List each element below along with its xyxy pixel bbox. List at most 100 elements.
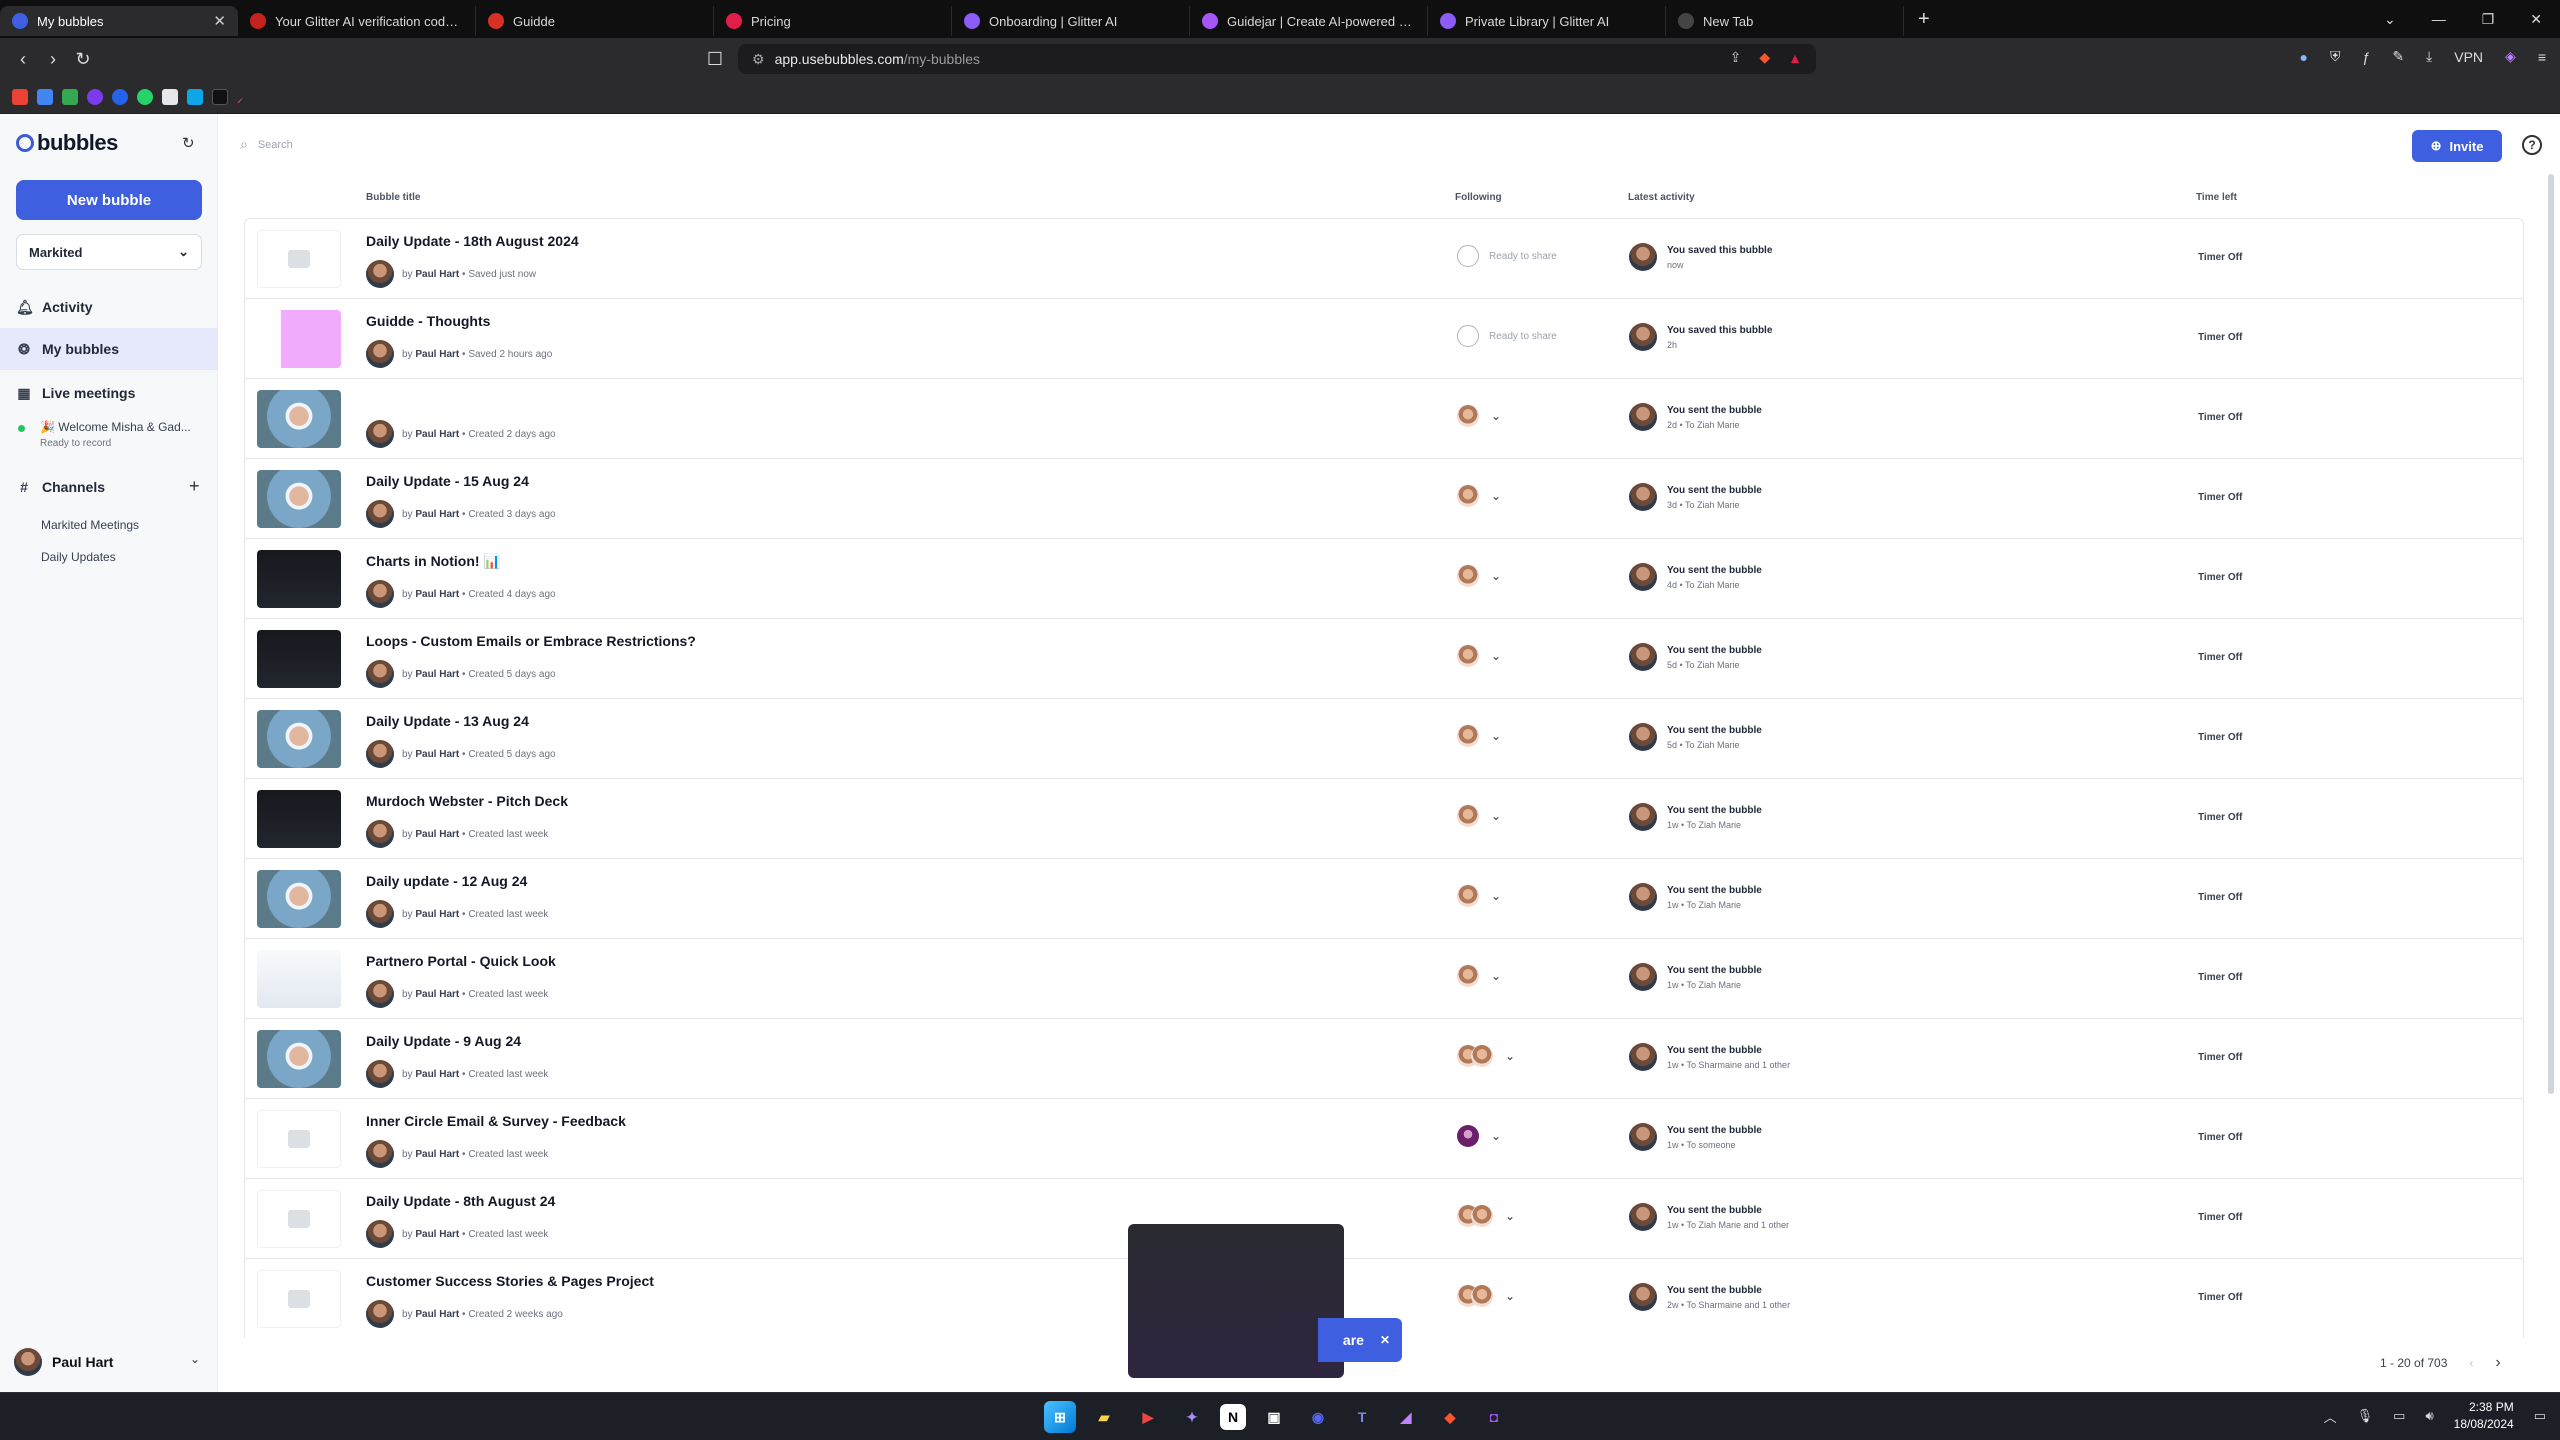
bubble-title[interactable]: Partnero Portal - Quick Look	[366, 953, 556, 969]
browser-tab[interactable]: Guidde	[476, 6, 714, 36]
following-cell[interactable]: ⌄	[1457, 1045, 1515, 1067]
search-input[interactable]: ⌕ Search	[240, 136, 293, 153]
notion-icon[interactable]: N	[1220, 1404, 1246, 1430]
calendar-app-icon[interactable]: ▣	[1258, 1401, 1290, 1433]
new-bubble-button[interactable]: New bubble	[16, 180, 202, 220]
browser-tab[interactable]: Pricing	[714, 6, 952, 36]
bookmark-app-icon[interactable]	[212, 88, 228, 105]
brave-rewards-icon[interactable]: ▲	[1788, 50, 1802, 66]
bubble-title[interactable]: Daily Update - 9 Aug 24	[366, 1033, 521, 1049]
bubble-thumbnail[interactable]	[257, 870, 341, 928]
bookmark-app-icon[interactable]	[162, 88, 178, 105]
bubble-row[interactable]: Murdoch Webster - Pitch Deck by Paul Hart…	[244, 778, 2524, 858]
bubble-thumbnail[interactable]	[257, 310, 341, 368]
shield-icon[interactable]: ⛨	[2330, 48, 2341, 65]
browser-tab[interactable]: Onboarding | Glitter AI	[952, 6, 1190, 36]
bubble-row[interactable]: Inner Circle Email & Survey - Feedback by…	[244, 1098, 2524, 1178]
bubble-thumbnail[interactable]	[257, 1030, 341, 1088]
bubble-title[interactable]: Daily Update - 15 Aug 24	[366, 473, 529, 489]
bookmark-whatsapp-icon[interactable]	[137, 88, 153, 105]
share-icon[interactable]: ⇪	[1730, 49, 1742, 66]
following-cell[interactable]: ⌄	[1457, 1285, 1515, 1307]
browser-tab[interactable]: Your Glitter AI verification code - pa	[238, 6, 476, 36]
following-cell[interactable]: ⌄	[1457, 405, 1501, 427]
vpn-button[interactable]: VPN	[2454, 49, 2483, 65]
share-toast[interactable]: are ✕	[1318, 1318, 1402, 1362]
following-cell[interactable]: ⌄	[1457, 485, 1501, 507]
bubble-row[interactable]: Charts in Notion! 📊 by Paul Hart • Create…	[244, 538, 2524, 618]
media-player-icon[interactable]: ▶	[1132, 1401, 1164, 1433]
back-icon[interactable]: ‹	[8, 49, 38, 70]
nav-live-meetings[interactable]: ▦ Live meetings	[0, 372, 218, 414]
nav-activity[interactable]: 🔔︎ Activity	[0, 286, 218, 328]
bubble-row[interactable]: Loops - Custom Emails or Embrace Restric…	[244, 618, 2524, 698]
menu-icon[interactable]: ≡	[2538, 49, 2546, 65]
bubble-title[interactable]: Daily Update - 18th August 2024	[366, 233, 579, 249]
chevron-down-icon[interactable]: ⌄	[190, 1352, 200, 1366]
bubble-row[interactable]: Daily Update - 9 Aug 24 by Paul Hart • Cr…	[244, 1018, 2524, 1098]
help-icon[interactable]: ?	[2522, 135, 2542, 155]
bubble-row[interactable]: Daily Update - 13 Aug 24 by Paul Hart • C…	[244, 698, 2524, 778]
bubble-title[interactable]: Inner Circle Email & Survey - Feedback	[366, 1113, 626, 1129]
logo[interactable]: bubbles	[16, 130, 118, 156]
new-tab-icon[interactable]: +	[1918, 8, 1930, 31]
bookmark-icon[interactable]: ☐	[700, 49, 730, 70]
bubble-thumbnail[interactable]	[257, 790, 341, 848]
bubble-thumbnail[interactable]	[257, 1270, 341, 1328]
bookmark-drive-icon[interactable]	[62, 88, 78, 105]
forward-icon[interactable]: ›	[38, 49, 68, 70]
file-explorer-icon[interactable]: ▰	[1088, 1401, 1120, 1433]
following-cell[interactable]: ⌄	[1457, 1205, 1515, 1227]
bubble-thumbnail[interactable]	[257, 470, 341, 528]
bubble-thumbnail[interactable]	[257, 390, 341, 448]
browser-tab[interactable]: Guidejar | Create AI-powered step-b	[1190, 6, 1428, 36]
bubble-title[interactable]: Customer Success Stories & Pages Project	[366, 1273, 654, 1289]
microphone-icon[interactable]: 🎙︎	[2357, 1408, 2374, 1424]
following-cell[interactable]: ⌄	[1457, 565, 1501, 587]
notifications-icon[interactable]: ▭	[2534, 1408, 2546, 1424]
bubble-title[interactable]: Daily update - 12 Aug 24	[366, 873, 527, 889]
start-icon[interactable]: ⊞	[1044, 1401, 1076, 1433]
bubble-title[interactable]: Charts in Notion! 📊	[366, 553, 501, 570]
column-header-time-left[interactable]: Time left	[2196, 192, 2237, 203]
channel-item[interactable]: Daily Updates	[41, 550, 116, 564]
following-cell[interactable]: Ready to share	[1457, 245, 1557, 267]
site-info-icon[interactable]: ⚙	[752, 51, 765, 68]
brave-shield-icon[interactable]: ◆	[1759, 49, 1770, 66]
bookmark-gmail-icon[interactable]	[12, 88, 28, 105]
bubble-row[interactable]: Partnero Portal - Quick Look by Paul Hart…	[244, 938, 2524, 1018]
clock[interactable]: 2:38 PM 18/08/2024	[2454, 1399, 2514, 1433]
next-page-icon[interactable]: ›	[2495, 1354, 2500, 1372]
bubble-thumbnail[interactable]	[257, 630, 341, 688]
following-cell[interactable]: ⌄	[1457, 885, 1501, 907]
bubble-thumbnail[interactable]	[257, 1110, 341, 1168]
user-menu[interactable]: Paul Hart	[14, 1348, 113, 1376]
url-field[interactable]: ⚙ app.usebubbles.com/my-bubbles ⇪ ◆ ▲	[738, 44, 1816, 74]
bookmark-calendar-icon[interactable]	[37, 88, 53, 105]
bookmark-app-icon[interactable]: ⸝	[237, 89, 253, 105]
refresh-icon[interactable]: ↻	[182, 134, 195, 152]
brave-icon[interactable]: ◆	[1434, 1401, 1466, 1433]
bubble-thumbnail[interactable]	[257, 950, 341, 1008]
bookmark-app-icon[interactable]	[187, 88, 203, 105]
app-icon[interactable]: ◢	[1390, 1401, 1422, 1433]
column-header-latest-activity[interactable]: Latest activity	[1628, 192, 1695, 203]
bubble-title[interactable]: Guidde - Thoughts	[366, 313, 490, 329]
scrollbar[interactable]	[2548, 174, 2554, 1094]
bubble-title[interactable]: Daily Update - 8th August 24	[366, 1193, 555, 1209]
extension-icon[interactable]: ●	[2300, 49, 2308, 65]
browser-tab[interactable]: New Tab	[1666, 6, 1904, 36]
browser-tab[interactable]: Private Library | Glitter AI	[1428, 6, 1666, 36]
following-cell[interactable]: ⌄	[1457, 965, 1501, 987]
previous-page-icon[interactable]: ‹	[2469, 1356, 2473, 1370]
column-header-title[interactable]: Bubble title	[366, 192, 420, 203]
restore-icon[interactable]: ❐	[2482, 11, 2495, 28]
bubble-title[interactable]: Murdoch Webster - Pitch Deck	[366, 793, 568, 809]
bubble-thumbnail[interactable]	[257, 710, 341, 768]
app-icon[interactable]: ✦	[1176, 1401, 1208, 1433]
bubble-row[interactable]: Daily Update - 15 Aug 24 by Paul Hart • C…	[244, 458, 2524, 538]
workspace-select[interactable]: Markited ⌄	[16, 234, 202, 270]
bubble-thumbnail[interactable]	[257, 230, 341, 288]
download-icon[interactable]: ⤓	[2426, 48, 2432, 65]
bookmark-app-icon[interactable]	[112, 88, 128, 105]
